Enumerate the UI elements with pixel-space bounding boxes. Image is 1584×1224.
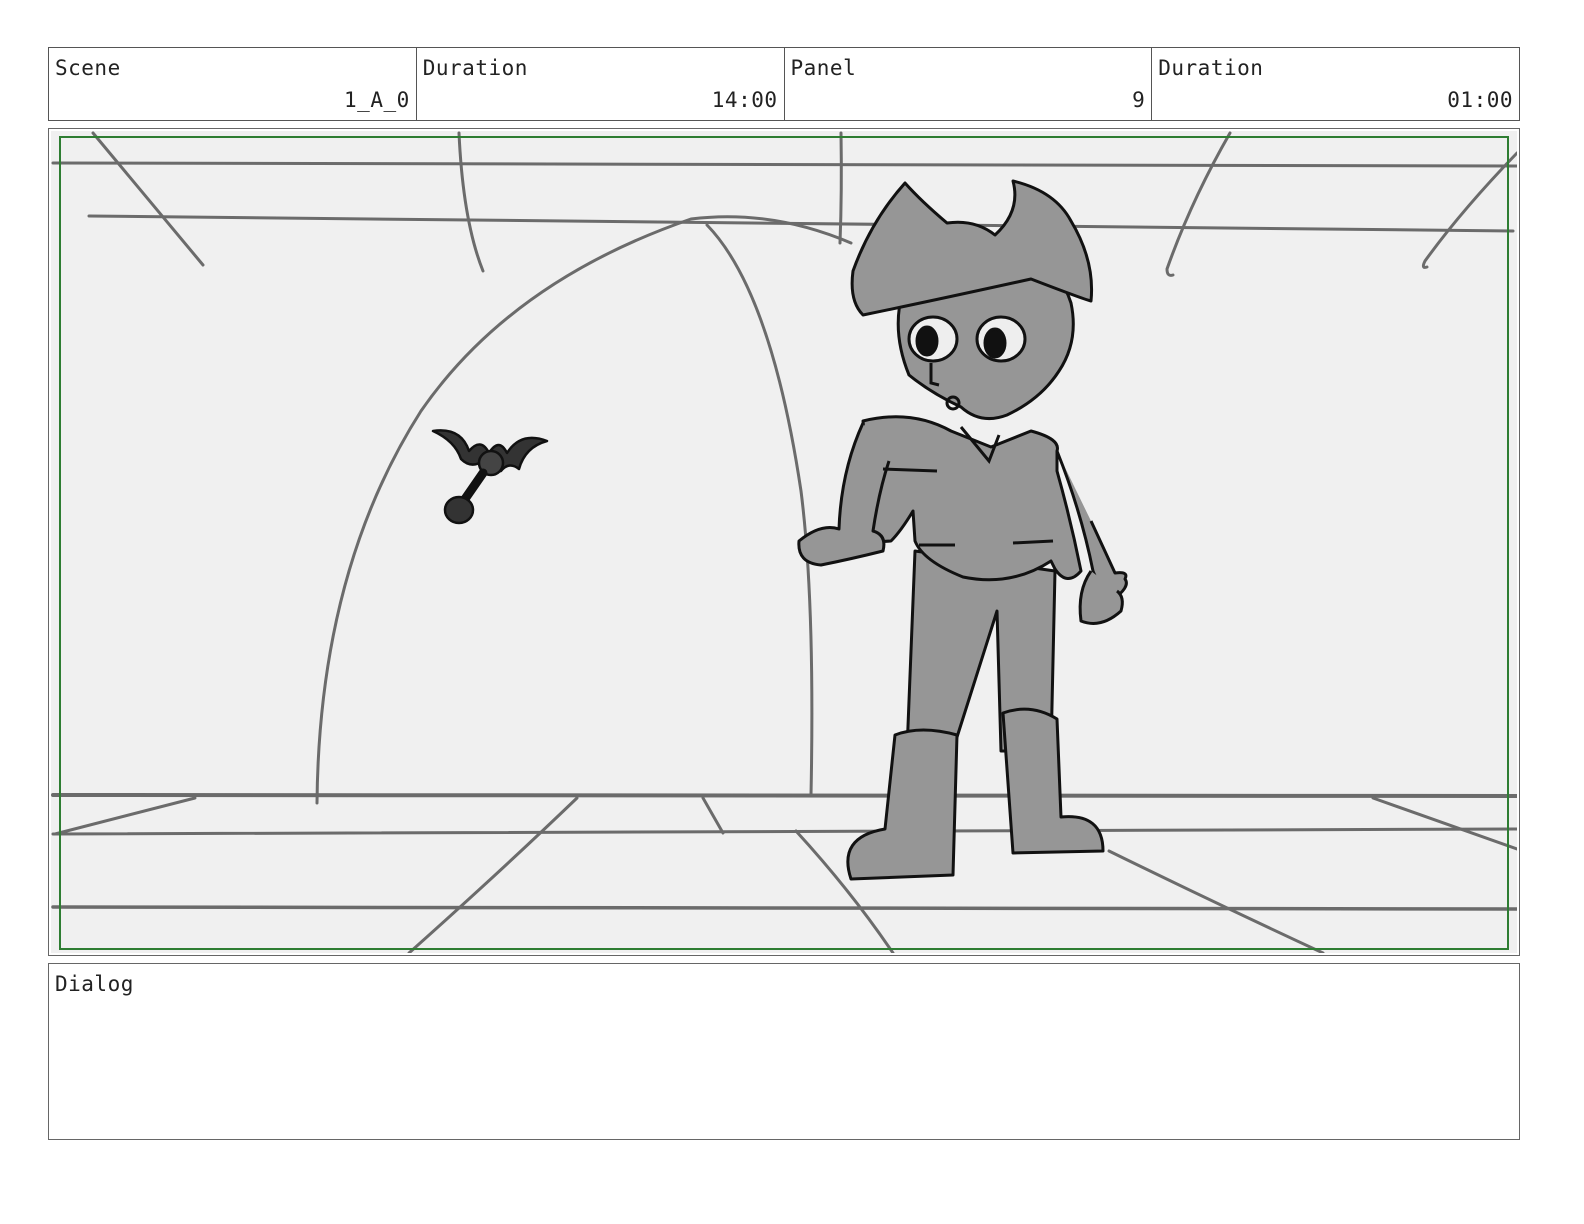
dialog-label: Dialog [55,972,134,996]
dialog-box[interactable]: Dialog [48,963,1520,1140]
panel-header: Scene 1_A_0 Duration 14:00 Panel 9 Durat… [48,47,1520,121]
scene-duration-cell: Duration 14:00 [417,48,785,120]
storyboard-drawing [51,131,1517,953]
scene-label: Scene [55,56,121,80]
panel-duration-label: Duration [1158,56,1264,80]
scene-cell: Scene 1_A_0 [49,48,417,120]
panel-value: 9 [1132,88,1146,112]
storyboard-panel [48,128,1520,956]
panel-duration-value: 01:00 [1447,88,1513,112]
panel-cell: Panel 9 [785,48,1153,120]
scene-duration-value: 14:00 [711,88,778,112]
scene-value: 1_A_0 [344,88,410,112]
panel-label: Panel [790,56,857,80]
panel-duration-cell: Duration 01:00 [1152,48,1519,120]
scene-duration-label: Duration [422,56,528,80]
